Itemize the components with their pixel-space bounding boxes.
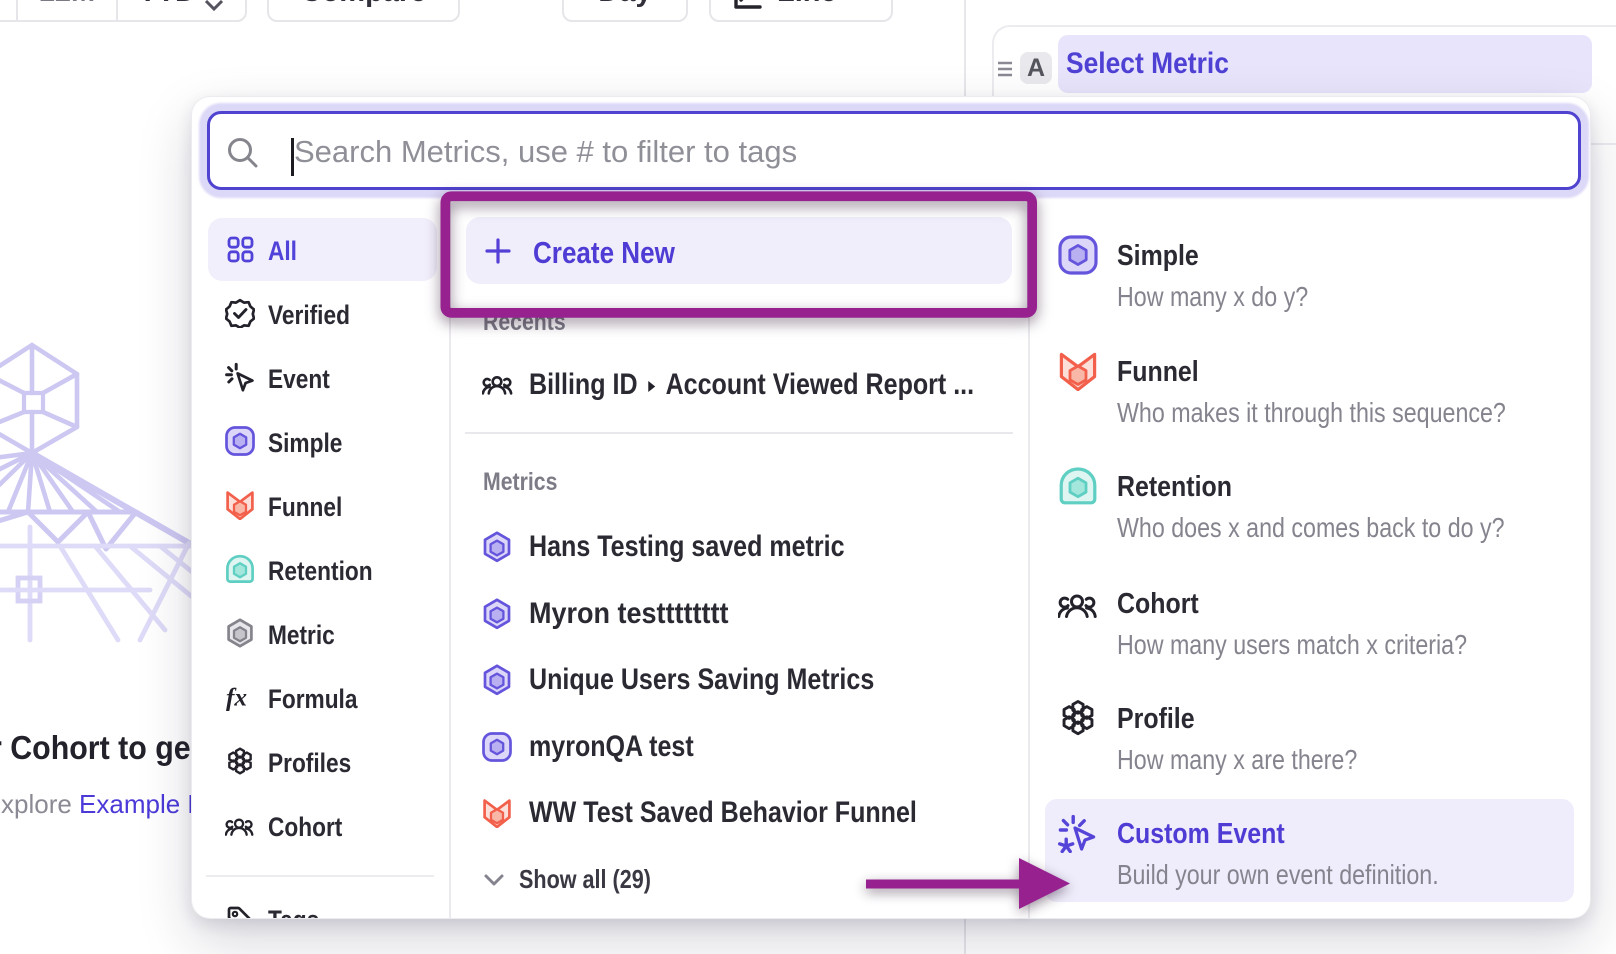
svg-text:fx: fx (226, 684, 247, 712)
